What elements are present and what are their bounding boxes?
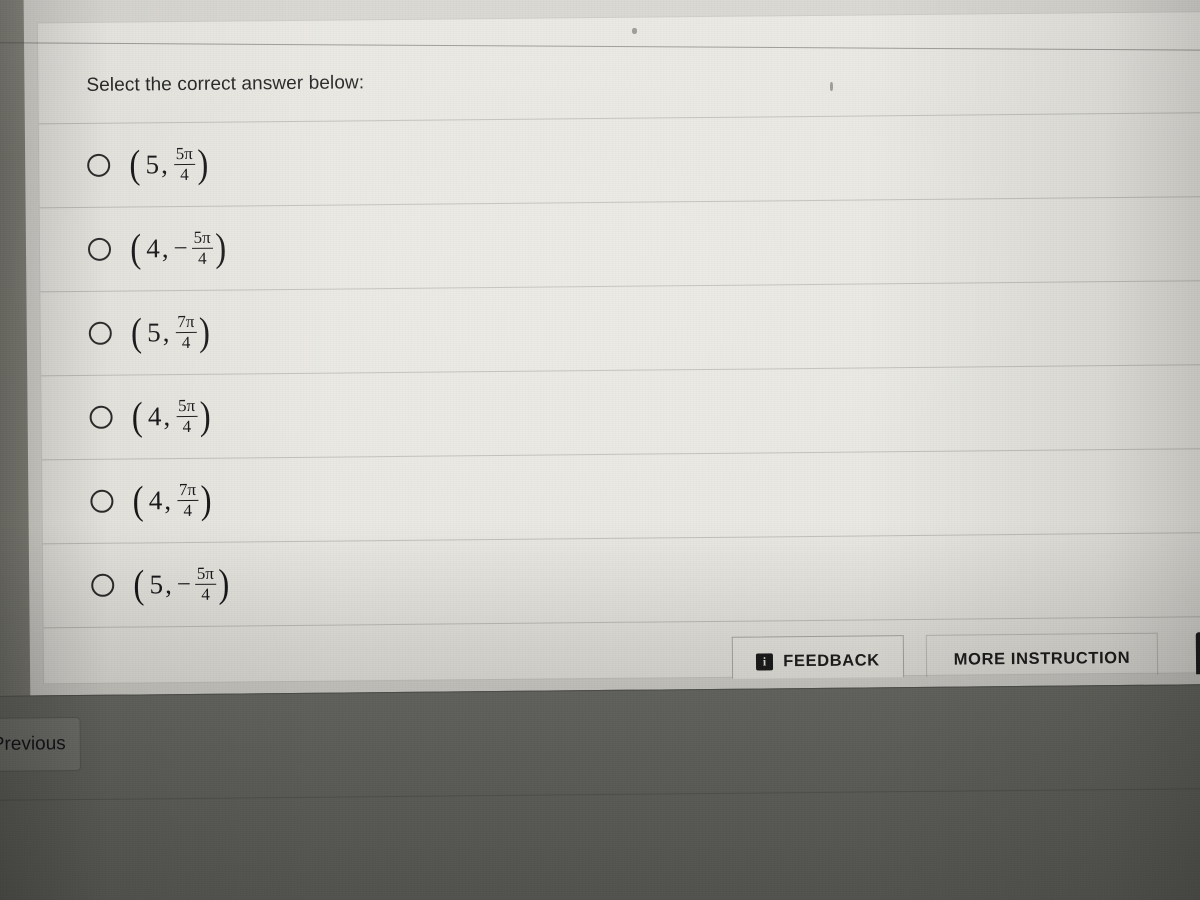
- left-paren: (: [130, 309, 143, 355]
- angle-fraction: 5π 4: [191, 227, 213, 269]
- page-body: Select the correct answer below: ( 5, 5π…: [0, 0, 1200, 696]
- minus-sign: −: [173, 234, 188, 263]
- card-footer-toolbar: i FEEDBACK MORE INSTRUCTION: [44, 616, 1200, 686]
- radius-value: 4: [148, 485, 163, 516]
- radio-button-option-2[interactable]: [87, 237, 112, 261]
- right-paren: ): [196, 141, 209, 187]
- radio-button-option-6[interactable]: [91, 573, 115, 597]
- fraction-numerator: 7π: [177, 311, 195, 332]
- radio-button-option-4[interactable]: [89, 405, 113, 429]
- fraction-denominator: 4: [201, 584, 210, 605]
- comma-separator: ,: [163, 401, 171, 432]
- fraction-denominator: 4: [197, 248, 207, 269]
- minus-sign: −: [176, 570, 192, 599]
- fraction-denominator: 4: [180, 165, 189, 185]
- previous-button-label: Previous: [0, 733, 66, 755]
- fraction-numerator: 7π: [178, 479, 197, 500]
- more-instruction-button-label: MORE INSTRUCTION: [953, 648, 1131, 669]
- feedback-button-label: FEEDBACK: [783, 650, 880, 670]
- navigation-bottom-bar: Previous: [0, 684, 1200, 900]
- radius-value: 4: [147, 401, 162, 432]
- answer-option-1[interactable]: ( 5, 5π 4 ): [38, 111, 1200, 208]
- browser-page: Select the correct answer below: ( 5, 5π…: [0, 0, 1200, 900]
- radio-button-option-1[interactable]: [87, 153, 111, 177]
- fraction-numerator: 5π: [193, 227, 211, 247]
- fraction-numerator: 5π: [177, 395, 196, 416]
- left-paren: (: [129, 225, 142, 271]
- radius-value: 5: [149, 569, 164, 600]
- radius-value: 5: [146, 317, 161, 348]
- right-paren: ): [214, 224, 227, 271]
- radius-value: 5: [145, 149, 160, 180]
- previous-button[interactable]: Previous: [0, 717, 82, 773]
- fraction-numerator: 5π: [196, 563, 214, 583]
- answer-option-6-label: ( 5, − 5π 4 ): [132, 560, 230, 607]
- screen-photo: Select the correct answer below: ( 5, 5π…: [0, 0, 1200, 900]
- right-paren: ): [200, 477, 212, 523]
- fraction-denominator: 4: [183, 501, 192, 521]
- comma-separator: ,: [164, 569, 172, 600]
- angle-fraction: 5π 4: [173, 143, 195, 185]
- answer-option-1-label: ( 5, 5π 4 ): [128, 141, 209, 187]
- left-paren: (: [129, 141, 141, 187]
- right-paren: ): [198, 309, 210, 355]
- angle-fraction: 7π 4: [176, 479, 199, 521]
- comma-separator: ,: [161, 233, 169, 264]
- answer-option-3[interactable]: ( 5, 7π 4 ): [40, 279, 1200, 376]
- left-paren: (: [131, 393, 143, 439]
- bottom-bar-lower-divider: [0, 788, 1200, 801]
- left-paren: (: [133, 561, 145, 607]
- answer-option-2[interactable]: ( 4, − 5π 4 ): [39, 195, 1200, 292]
- fraction-denominator: 4: [182, 417, 192, 437]
- comma-separator: ,: [164, 485, 172, 516]
- answer-option-5-label: ( 4, 7π 4 ): [131, 477, 212, 523]
- angle-fraction: 7π 4: [175, 311, 197, 353]
- answer-option-5[interactable]: ( 4, 7π 4 ): [42, 447, 1200, 544]
- more-instruction-button[interactable]: MORE INSTRUCTION: [925, 632, 1159, 685]
- radio-button-option-5[interactable]: [90, 489, 114, 513]
- question-prompt: Select the correct answer below:: [86, 72, 365, 96]
- right-paren: ): [217, 560, 230, 606]
- answer-option-2-label: ( 4, − 5π 4 ): [129, 224, 227, 271]
- answer-option-4-label: ( 4, 5π 4 ): [130, 393, 211, 439]
- radio-button-option-3[interactable]: [88, 321, 112, 345]
- info-icon: i: [756, 652, 774, 671]
- answer-options-list: ( 5, 5π 4 ) (4 , − 5π 4) (5 , 7π 4) …: [38, 111, 1200, 628]
- screen-speck: [632, 28, 637, 34]
- answer-option-3-label: ( 5, 7π 4 ): [130, 309, 211, 355]
- submit-button[interactable]: [1195, 631, 1200, 683]
- page-left-margin: [0, 0, 31, 696]
- angle-fraction: 5π 4: [176, 395, 198, 437]
- comma-separator: ,: [160, 149, 168, 180]
- fraction-denominator: 4: [181, 333, 191, 353]
- fraction-numerator: 5π: [175, 143, 193, 164]
- left-paren: (: [132, 477, 144, 523]
- screen-speck: [830, 82, 833, 91]
- comma-separator: ,: [162, 317, 170, 348]
- right-paren: ): [199, 393, 211, 439]
- angle-fraction: 5π 4: [194, 563, 217, 605]
- radius-value: 4: [146, 233, 160, 264]
- answer-option-6[interactable]: ( 5, − 5π 4 ): [42, 531, 1200, 628]
- answer-option-4[interactable]: ( 4, 5π 4 ): [41, 363, 1200, 460]
- feedback-button[interactable]: i FEEDBACK: [731, 635, 905, 686]
- question-card: Select the correct answer below: ( 5, 5π…: [37, 11, 1200, 686]
